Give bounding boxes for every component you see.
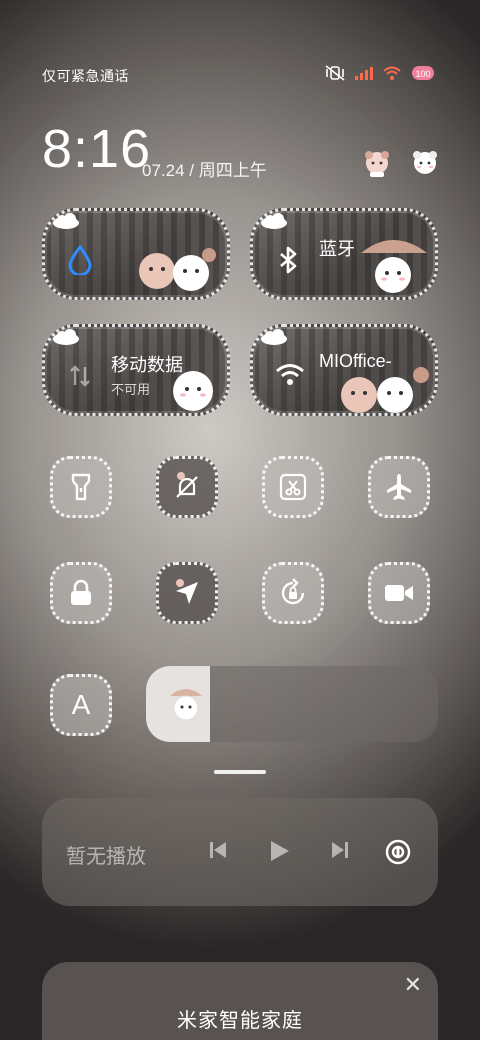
tile-bluetooth-title: 蓝牙: [319, 239, 355, 259]
mute-bell-icon: [176, 472, 198, 498]
tile-mobile-data-status: 不可用: [111, 382, 151, 397]
bear-sticker-icon: [173, 371, 213, 411]
vibrate-mute-icon: [325, 65, 345, 81]
toggle-rotation-lock[interactable]: [262, 562, 324, 624]
bear-sticker-icon: [341, 367, 429, 413]
bear-sticker-icon: [365, 151, 389, 177]
media-player-card[interactable]: 暂无播放: [42, 798, 438, 906]
battery-percent: 100: [415, 69, 430, 79]
status-carrier-text: 仅可紧急通话: [42, 68, 129, 84]
cast-output-icon[interactable]: [384, 838, 412, 866]
next-track-icon[interactable]: [328, 838, 352, 862]
tile-mobile-data[interactable]: 移动数据 不可用: [42, 324, 230, 416]
wifi-status-icon: [383, 66, 401, 80]
toggle-mute[interactable]: [156, 456, 218, 518]
play-icon[interactable]: [266, 838, 292, 864]
bear-sticker-icon: [139, 248, 216, 291]
flashlight-icon: [71, 473, 91, 501]
drag-handle[interactable]: [214, 770, 266, 774]
cloud-icon: [261, 329, 287, 345]
smart-home-title: 米家智能家庭: [177, 1010, 303, 1032]
toggle-lock[interactable]: [50, 562, 112, 624]
auto-brightness-label: A: [71, 689, 91, 720]
location-icon: [176, 579, 198, 604]
media-status-text: 暂无播放: [66, 846, 146, 868]
lock-icon: [71, 579, 91, 605]
cloud-icon: [53, 329, 79, 345]
previous-track-icon[interactable]: [206, 838, 230, 862]
status-icons: 100: [324, 64, 438, 82]
clock-time: 8:16: [42, 119, 152, 179]
clock-date: 07.24 / 周四上午: [142, 161, 267, 180]
battery-icon: 100: [412, 66, 434, 80]
tile-bluetooth[interactable]: 蓝牙: [250, 208, 438, 300]
toggle-screenshot[interactable]: [262, 456, 324, 518]
auto-brightness-button[interactable]: A: [50, 674, 112, 736]
tile-water[interactable]: [42, 208, 230, 300]
tile-wifi[interactable]: MIOffice-: [250, 324, 438, 416]
wifi-icon: [276, 364, 304, 385]
screenshot-icon: [279, 473, 307, 501]
toggle-location[interactable]: [156, 562, 218, 624]
bear-sticker-icon: [361, 240, 427, 293]
signal-icon: [355, 67, 373, 80]
video-record-icon: [385, 585, 413, 601]
bear-sticker-icon: [170, 689, 202, 721]
toggle-airplane[interactable]: [368, 456, 430, 518]
water-drop-icon: [68, 245, 92, 275]
cloud-icon: [53, 213, 79, 229]
mobile-data-icon: [70, 365, 90, 387]
close-icon[interactable]: ✕: [404, 972, 422, 998]
smart-home-card[interactable]: ✕ 米家智能家庭: [42, 962, 438, 1040]
airplane-icon: [387, 474, 411, 500]
brightness-slider[interactable]: [146, 666, 438, 742]
bluetooth-icon: [280, 246, 297, 274]
bear-sticker-icon: [413, 151, 437, 174]
rotation-lock-icon: [281, 578, 305, 605]
toggle-flashlight[interactable]: [50, 456, 112, 518]
toggle-screen-record[interactable]: [368, 562, 430, 624]
cloud-icon: [261, 213, 287, 229]
